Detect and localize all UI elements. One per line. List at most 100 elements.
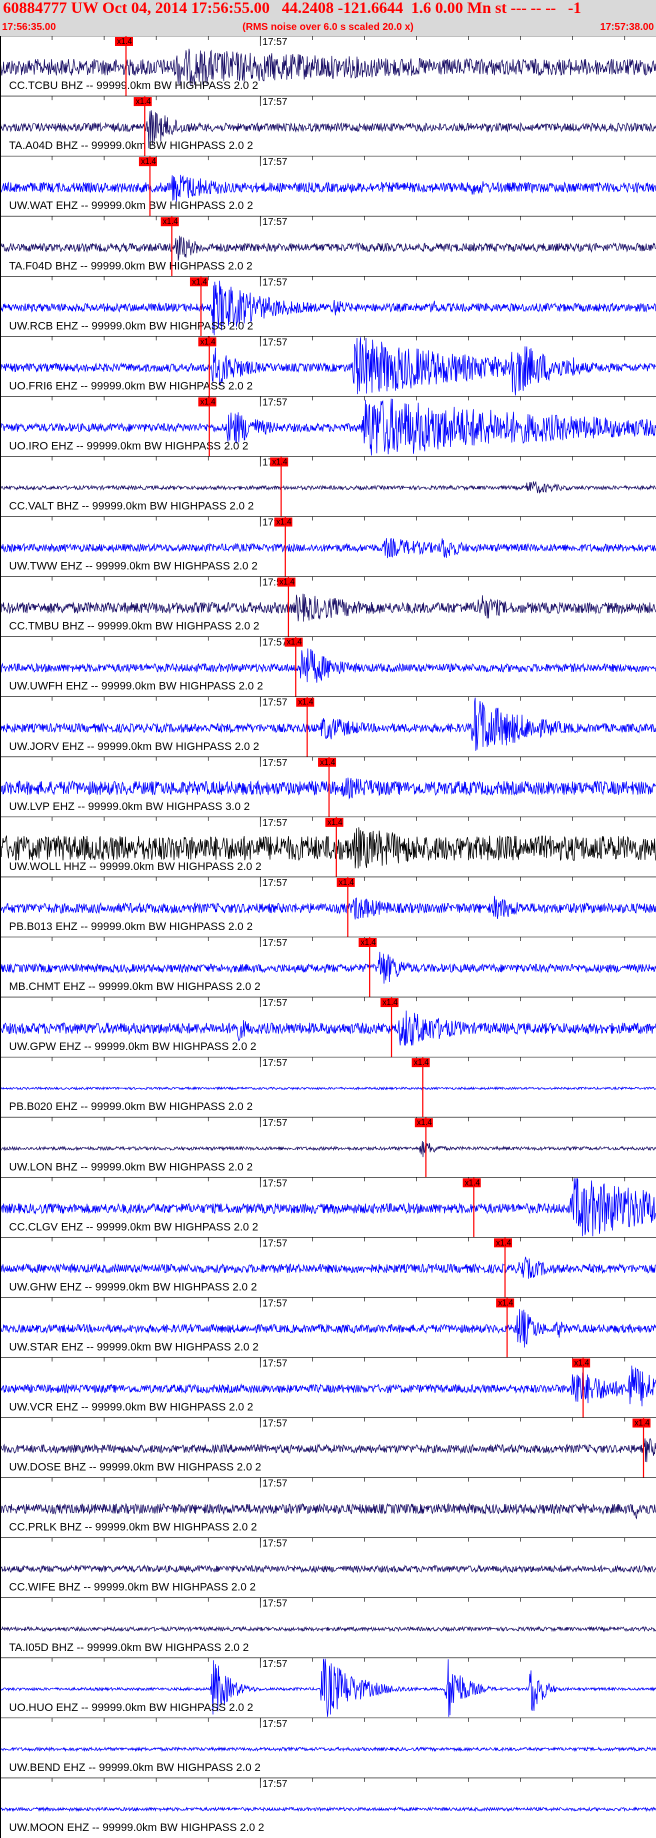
station-trace: 17:57CC.TMBU BHZ -- 99999.0km BW HIGHPAS… [0,576,656,637]
pick-label: x1.4 [498,1298,514,1307]
waveform [0,1502,656,1520]
minute-label: 17:57 [262,337,287,348]
station-label: UW.MOON EHZ -- 99999.0km BW HIGHPASS 2.0… [9,1822,264,1834]
waveform [0,648,656,683]
minute-label: 17:57 [262,397,287,408]
waveform [0,1438,656,1463]
station-trace: 17:57 UW.WAT EHZ -- 99999.0km BW HIGHPASS… [0,155,656,217]
waveform [0,1806,656,1813]
station-trace: 17:57 CC.PRLK BHZ -- 99999.0km BW HIGHPAS… [0,1477,656,1534]
waveform [0,1365,656,1407]
station-label: UO.FRI6 EHZ -- 99999.0km BW HIGHPASS 2.0… [9,380,253,392]
pick-label: x1.4 [574,1358,590,1367]
pick-label: x1.4 [287,638,303,647]
waveform [0,895,656,920]
minute-label: 17:57 [262,1479,287,1490]
station-trace: 17:57 UW.DOSE BHZ -- 99999.0km BW HIGHPAS… [0,1417,656,1478]
pick-label: x1.4 [117,37,133,46]
pick-label: x1.4 [361,938,377,947]
station-label: MB.CHMT EHZ -- 99999.0km BW HIGHPASS 2.0… [9,981,260,993]
station-label: UW.GHW EHZ -- 99999.0km BW HIGHPASS 2.0 … [9,1281,257,1293]
pick-label: x1.4 [383,998,399,1007]
minute-label: 17:57 [262,277,287,288]
minute-label: 17:57 [262,758,287,769]
station-label: UW.WOLL HHZ -- 99999.0km BW HIGHPASS 2.0… [9,861,261,873]
waveform [0,1625,656,1633]
station-label: CC.WIFE BHZ -- 99999.0km BW HIGHPASS 2.0… [9,1582,256,1594]
station-label: UW.BEND EHZ -- 99999.0km BW HIGHPASS 2.0… [9,1762,261,1774]
station-label: UW.GPW EHZ -- 99999.0km BW HIGHPASS 2.0 … [9,1041,256,1053]
station-trace: 17:57 PB.B020 EHZ -- 99999.0km BW HIGHPAS… [0,1056,656,1118]
minute-label: 17:57 [262,698,287,709]
waveform [0,174,656,202]
station-label: TA.F04D BHZ -- 99999.0km BW HIGHPASS 2.0… [9,260,253,272]
pick-label: x1.4 [635,1419,651,1428]
waveform [0,777,656,800]
station-trace: 17:57 PB.B013 EHZ -- 99999.0km BW HIGHPAS… [0,876,656,937]
station-trace: 17:57 UW.GPW EHZ -- 99999.0km BW HIGHPASS… [0,996,656,1058]
station-trace: 17:57 UW.JORV EHZ -- 99999.0km BW HIGHPAS… [0,696,656,757]
station-label: PB.B013 EHZ -- 99999.0km BW HIGHPASS 2.0… [9,921,253,933]
minute-label: 17:57 [262,1719,287,1730]
minute-label: 17:57 [262,638,287,649]
station-trace: 17:57 UW.VCR EHZ -- 99999.0km BW HIGHPASS… [0,1357,656,1418]
station-trace: 17:57 CC.TCBU BHZ -- 99999.0km BW HIGHPAS… [0,36,656,97]
minute-label: 17:57 [262,1058,287,1069]
station-label: UW.WAT EHZ -- 99999.0km BW HIGHPASS 2.0 … [9,200,253,212]
station-label: UO.HUO EHZ -- 99999.0km BW HIGHPASS 2.0 … [9,1702,253,1714]
minute-label: 17:57 [262,1238,287,1249]
waveform [0,593,656,622]
station-label: CC.TMBU BHZ -- 99999.0km BW HIGHPASS 2.0… [9,621,259,633]
station-trace: 17:57 UW.STAR EHZ -- 99999.0km BW HIGHPAS… [0,1297,656,1358]
minute-label: 17:57 [262,938,287,949]
scaling-note: (RMS noise over 6.0 s scaled 20.0 x) [242,22,414,33]
seismogram-plot: 17:57 CC.TCBU BHZ -- 99999.0km BW HIGHPAS… [0,36,656,1838]
waveform [0,537,656,559]
minute-label: 17:57 [262,217,287,228]
pick-label: x1.4 [163,217,179,226]
station-trace: 17:57 UW.LVP EHZ -- 99999.0km BW HIGHPASS… [0,756,656,817]
pick-label: x1.4 [192,277,208,286]
pick-label: x1.4 [141,157,157,166]
station-trace: 17:57 UW.WOLL HHZ -- 99999.0km BW HIGHPAS… [0,816,656,877]
waveform [0,481,656,494]
minute-label: 17:57 [262,1178,287,1189]
station-trace: 17:57UW.TWW EHZ -- 99999.0km BW HIGHPASS… [0,516,656,577]
pick-label: x1.4 [276,518,292,527]
pick-label: x1.4 [272,457,288,466]
station-trace: 17:57CC.VALT BHZ -- 99999.0km BW HIGHPAS… [0,456,656,517]
pick-label: x1.4 [327,818,343,827]
record-header: 60884777 UW Oct 04, 2014 17:56:55.00 44.… [0,0,656,36]
pick-label: x1.4 [465,1178,481,1187]
waveform [0,235,656,261]
station-trace: 17:57 UW.BEND EHZ -- 99999.0km BW HIGHPAS… [0,1717,656,1774]
event-title: 60884777 UW Oct 04, 2014 17:56:55.00 44.… [3,0,582,17]
minute-label: 17:57 [262,1779,287,1790]
minute-label: 17:57 [262,37,287,48]
station-trace: 17:57 UW.GHW EHZ -- 99999.0km BW HIGHPASS… [0,1237,656,1298]
station-label: UW.VCR EHZ -- 99999.0km BW HIGHPASS 2.0 … [9,1402,253,1414]
minute-label: 17:57 [262,1298,287,1309]
minute-label: 17:57 [262,1419,287,1430]
minute-label: 17:57 [262,1659,287,1670]
station-trace: 17:57 UW.MOON EHZ -- 99999.0km BW HIGHPAS… [0,1777,656,1834]
waveform [0,1140,656,1158]
waveform [0,1564,656,1574]
waveform [0,1086,656,1091]
station-trace: 17:57 UO.IRO EHZ -- 99999.0km BW HIGHPASS… [0,396,656,457]
station-label: UW.LON BHZ -- 99999.0km BW HIGHPASS 2.0 … [9,1161,253,1173]
minute-label: 17:57 [262,998,287,1009]
waveform [0,1746,656,1753]
minute-label: 17:57 [262,157,287,168]
station-trace: 17:57 CC.WIFE BHZ -- 99999.0km BW HIGHPAS… [0,1537,656,1594]
station-label: UW.JORV EHZ -- 99999.0km BW HIGHPASS 2.0… [9,741,259,753]
minute-label: 17:57 [262,1118,287,1129]
waveform [0,1256,656,1279]
station-trace: 17:57 UW.UWFH EHZ -- 99999.0km BW HIGHPAS… [0,636,656,697]
station-trace: 17:57 CC.CLGV EHZ -- 99999.0km BW HIGHPAS… [0,1176,656,1238]
station-label: UW.DOSE BHZ -- 99999.0km BW HIGHPASS 2.0… [9,1462,261,1474]
station-trace: 17:57 UO.HUO EHZ -- 99999.0km BW HIGHPASS… [0,1657,656,1717]
station-label: UO.IRO EHZ -- 99999.0km BW HIGHPASS 2.0 … [9,440,248,452]
pick-label: x1.4 [496,1238,512,1247]
minute-label: 17:57 [262,818,287,829]
